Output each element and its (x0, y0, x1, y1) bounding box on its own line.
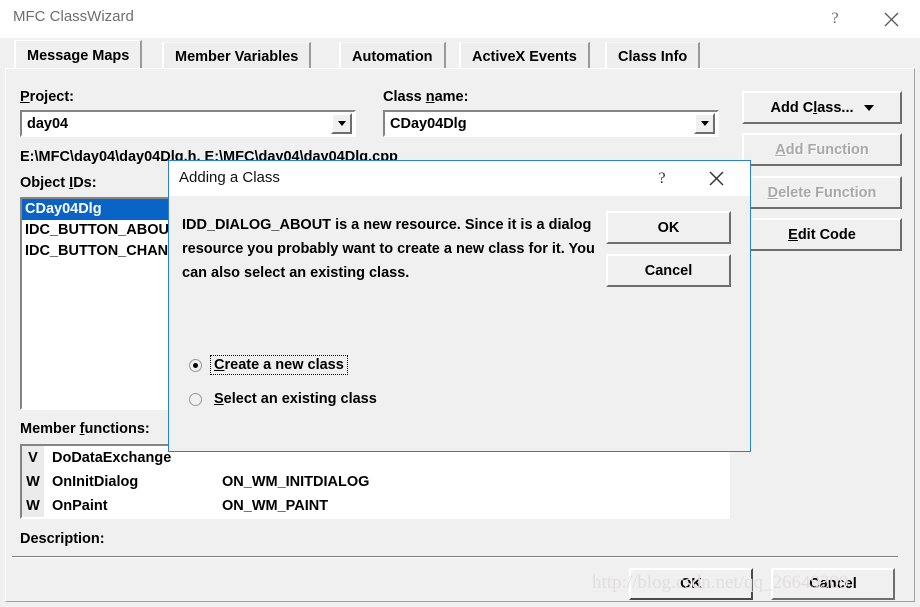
cancel-button[interactable]: Cancel (771, 568, 895, 600)
dialog-title: Adding a Class (179, 169, 280, 186)
dialog-help-glyph: ? (658, 169, 666, 187)
table-row[interactable]: W OnPaint ON_WM_PAINT (22, 494, 728, 517)
chevron-down-icon (863, 104, 874, 111)
chevron-down-icon[interactable] (694, 113, 715, 134)
member-kind-icon: W (22, 494, 44, 517)
add-class-label: Add Class... (770, 99, 854, 116)
dialog-ok-button[interactable]: OK (606, 211, 731, 244)
radio-selected-icon (189, 358, 202, 372)
footer-divider (12, 556, 898, 558)
dialog-close-icon[interactable] (694, 161, 738, 196)
radio-create-new-class[interactable]: Create a new class (189, 355, 348, 375)
page-title: MFC ClassWizard (13, 8, 134, 25)
edit-code-label: Edit Code (788, 226, 856, 243)
radio-select-existing-class[interactable]: Select an existing class (189, 390, 380, 408)
project-value: day04 (27, 115, 69, 132)
close-icon[interactable] (868, 0, 914, 38)
tab-automation[interactable]: Automation (339, 42, 446, 70)
member-functions-listbox[interactable]: V DoDataExchange W OnInitDialog ON_WM_IN… (20, 444, 730, 519)
add-function-button[interactable]: Add Function (742, 133, 902, 166)
dialog-close-x-shape (709, 171, 723, 186)
member-message: ON_WM_QUERYDRAGICON (222, 518, 416, 519)
dialog-help-icon[interactable]: ? (640, 161, 684, 196)
tab-activex-events[interactable]: ActiveX Events (459, 42, 590, 70)
delete-function-label: Delete Function (767, 184, 877, 201)
help-icon[interactable]: ? (812, 0, 858, 38)
add-class-button[interactable]: Add Class... (742, 91, 902, 124)
table-row[interactable]: W OnQueryDragIcon ON_WM_QUERYDRAGICON (22, 518, 728, 519)
close-x-shape (884, 12, 898, 26)
member-message: ON_WM_INITDIALOG (222, 474, 370, 490)
mfc-classwizard-window: MFC ClassWizard ? Message Maps Member Va… (0, 0, 920, 607)
tab-message-maps[interactable]: Message Maps (14, 40, 143, 70)
member-kind-icon: W (22, 470, 44, 494)
class-name-value: CDay04Dlg (390, 115, 467, 132)
class-name-combobox[interactable]: CDay04Dlg (383, 110, 719, 137)
add-function-label: Add Function (775, 141, 869, 158)
tab-strip: Message Maps Member Variables Automation… (0, 38, 920, 70)
radio-create-new-class-label: Create a new class (210, 355, 348, 375)
title-bar: MFC ClassWizard ? (0, 0, 920, 38)
delete-function-button[interactable]: Delete Function (742, 176, 902, 209)
radio-select-existing-class-label: Select an existing class (214, 391, 377, 407)
member-name: OnInitDialog (52, 474, 139, 490)
dialog-message-text: IDD_DIALOG_ABOUT is a new resource. Sinc… (182, 217, 595, 281)
member-message: ON_WM_PAINT (222, 498, 329, 514)
adding-a-class-dialog: Adding a Class ? IDD_DIALOG_ABOUT is a n… (168, 160, 751, 452)
class-name-label: Class name: (383, 89, 469, 105)
description-label: Description: (20, 531, 105, 547)
tab-class-info[interactable]: Class Info (605, 42, 701, 70)
tab-member-variables[interactable]: Member Variables (162, 42, 312, 70)
dialog-cancel-button[interactable]: Cancel (606, 254, 731, 287)
radio-unselected-icon (189, 392, 202, 406)
member-name: OnPaint (52, 498, 108, 514)
table-row[interactable]: W OnInitDialog ON_WM_INITDIALOG (22, 470, 728, 494)
member-kind-icon: W (22, 518, 44, 519)
ok-button[interactable]: OK (629, 568, 753, 600)
dialog-title-bar: Adding a Class ? (169, 161, 750, 196)
chevron-down-icon[interactable] (331, 113, 352, 134)
project-combobox[interactable]: day04 (20, 110, 356, 137)
member-functions-label: Member functions: (20, 421, 150, 437)
project-label: Project: (20, 89, 74, 105)
object-ids-label: Object IDs: (20, 175, 97, 191)
edit-code-button[interactable]: Edit Code (742, 218, 902, 251)
member-kind-icon: V (22, 446, 44, 470)
member-name: OnQueryDragIcon (44, 518, 222, 519)
help-glyph: ? (831, 10, 839, 27)
